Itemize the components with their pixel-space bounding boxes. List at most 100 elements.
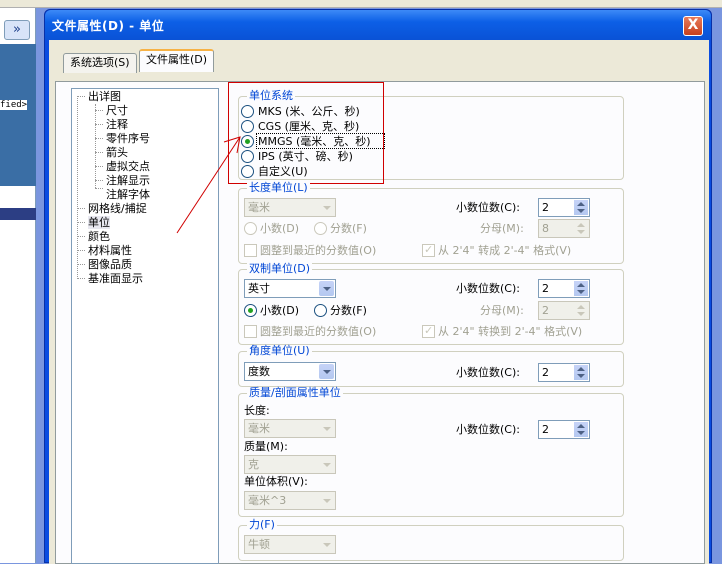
options-tree: 出详图 尺寸 注释 零件序号 箭头 虚拟交点 注解显示 注解字体 网格线/捕捉 … (71, 88, 219, 564)
tree-item-virtual-sharps[interactable]: 虚拟交点 (106, 160, 150, 173)
spin-arrows-icon[interactable] (574, 303, 588, 318)
mass-decimal-places-label: 小数位数(C): (456, 423, 520, 436)
tree-branch (77, 236, 85, 237)
tree-item-grid-snap[interactable]: 网格线/捕捉 (88, 202, 147, 215)
dual-denominator-value: 2 (542, 304, 549, 317)
tree-branch (95, 124, 103, 125)
force-combo[interactable]: 牛顿 (244, 535, 336, 554)
tab-document-properties[interactable]: 文件属性(D) (139, 49, 215, 72)
tree-branch (77, 96, 85, 97)
tree-line (95, 104, 96, 188)
tree-branch (77, 250, 85, 251)
left-side-pane: » fied> (0, 8, 36, 563)
length-decimal-places-label: 小数位数(C): (456, 201, 520, 214)
length-round-checkbox[interactable] (244, 244, 257, 257)
volume-value: 毫米^3 (248, 494, 287, 507)
mass-length-combo[interactable]: 毫米 (244, 419, 336, 438)
spin-arrows-icon[interactable] (574, 221, 588, 236)
dual-round-label: 圆整到最近的分数值(O) (260, 325, 377, 338)
length-radio-fraction[interactable] (314, 222, 327, 235)
chevron-down-icon (319, 364, 334, 379)
tree-branch (77, 278, 85, 279)
tree-item-notes[interactable]: 注释 (106, 118, 128, 131)
force-title: 力(F) (247, 518, 277, 531)
tab-panel: 出详图 尺寸 注释 零件序号 箭头 虚拟交点 注解显示 注解字体 网格线/捕捉 … (55, 81, 705, 564)
spin-arrows-icon[interactable] (574, 281, 588, 296)
angle-decimal-places-label: 小数位数(C): (456, 366, 520, 379)
tab-system-options[interactable]: 系统选项(S) (63, 53, 137, 73)
length-decimal-places-spin[interactable]: 2 (538, 198, 590, 217)
tree-branch (77, 222, 85, 223)
length-round-label: 圆整到最近的分数值(O) (260, 244, 377, 257)
dual-decimal-places-spin[interactable]: 2 (538, 279, 590, 298)
close-button[interactable]: X (683, 16, 703, 36)
tree-item-material-properties[interactable]: 材料属性 (88, 244, 132, 257)
background-toolbar-strip (0, 0, 722, 8)
angle-unit-title: 角度单位(U) (247, 344, 312, 357)
spin-arrows-icon[interactable] (574, 422, 588, 437)
angle-decimal-places-spin[interactable]: 2 (538, 363, 590, 382)
dual-unit-combo[interactable]: 英寸 (244, 279, 336, 298)
tree-branch (77, 208, 85, 209)
tree-line (77, 96, 78, 279)
length-denominator-label: 分母(M): (480, 222, 524, 235)
volume-combo[interactable]: 毫米^3 (244, 491, 336, 510)
length-decimal-places-value: 2 (542, 201, 549, 214)
chevron-down-icon (319, 537, 334, 552)
chevron-down-icon (319, 200, 334, 215)
tree-item-image-quality[interactable]: 图像品质 (88, 258, 132, 271)
dual-radio-fraction[interactable] (314, 304, 327, 317)
mass-decimal-places-value: 2 (542, 423, 549, 436)
dual-decimal-places-label: 小数位数(C): (456, 282, 520, 295)
chevron-down-icon (319, 493, 334, 508)
length-unit-value: 毫米 (248, 201, 270, 214)
dual-denominator-spin[interactable]: 2 (538, 301, 590, 320)
angle-decimal-places-value: 2 (542, 366, 549, 379)
tree-branch (95, 138, 103, 139)
tree-item-annotation-font[interactable]: 注解字体 (106, 188, 150, 201)
left-pane-blue-area (0, 44, 36, 186)
mass-combo[interactable]: 克 (244, 455, 336, 474)
tree-item-colors[interactable]: 颜色 (88, 230, 110, 243)
length-fraction-label: 分数(F) (330, 222, 367, 235)
title-bar[interactable]: 文件属性(D) - 单位 X (45, 10, 711, 40)
dialog-client-area: 系统选项(S) 文件属性(D) 出详图 尺寸 注释 零件序号 箭头 虚拟交点 注… (49, 40, 709, 564)
length-radio-decimal[interactable] (244, 222, 257, 235)
length-denominator-value: 8 (542, 222, 549, 235)
tree-item-plane-display[interactable]: 基准面显示 (88, 272, 143, 285)
tree-branch (95, 180, 103, 181)
tree-item-drawing-detail[interactable]: 出详图 (88, 90, 121, 103)
dual-round-checkbox[interactable] (244, 325, 257, 338)
dual-radio-decimal[interactable] (244, 304, 257, 317)
tree-branch (95, 188, 103, 189)
mass-decimal-places-spin[interactable]: 2 (538, 420, 590, 439)
tree-item-units[interactable]: 单位 (88, 216, 110, 229)
dual-fraction-label: 分数(F) (330, 304, 367, 317)
length-convert-checkbox[interactable] (422, 243, 435, 257)
angle-unit-combo[interactable]: 度数 (244, 362, 336, 381)
mass-section-title: 质量/剖面属性单位 (247, 386, 343, 399)
tree-item-balloons[interactable]: 零件序号 (106, 132, 150, 145)
tree-item-annotation-display[interactable]: 注解显示 (106, 174, 150, 187)
tree-item-dimensions[interactable]: 尺寸 (106, 104, 128, 117)
spin-arrows-icon[interactable] (574, 200, 588, 215)
dual-unit-value: 英寸 (248, 282, 270, 295)
dual-convert-label: 从 2'4" 转换到 2'-4" 格式(V) (438, 325, 583, 338)
expand-chevron-icon[interactable]: » (4, 20, 30, 40)
dual-decimal-label: 小数(D) (260, 304, 300, 317)
spin-arrows-icon[interactable] (574, 365, 588, 380)
red-highlight-box (228, 82, 384, 184)
dual-convert-checkbox[interactable] (422, 324, 435, 338)
tree-branch (95, 152, 103, 153)
tree-branch (95, 166, 103, 167)
mass-length-label: 长度: (244, 404, 270, 417)
dual-decimal-places-value: 2 (542, 282, 549, 295)
volume-label: 单位体积(V): (244, 475, 308, 488)
dual-unit-title: 双制单位(D) (247, 262, 313, 275)
tree-item-arrows[interactable]: 箭头 (106, 146, 128, 159)
dialog-window: 文件属性(D) - 单位 X 系统选项(S) 文件属性(D) 出详图 尺寸 注释… (44, 9, 712, 564)
length-denominator-spin[interactable]: 8 (538, 219, 590, 238)
length-unit-combo[interactable]: 毫米 (244, 198, 336, 217)
mass-length-value: 毫米 (248, 422, 270, 435)
chevron-down-icon (319, 457, 334, 472)
